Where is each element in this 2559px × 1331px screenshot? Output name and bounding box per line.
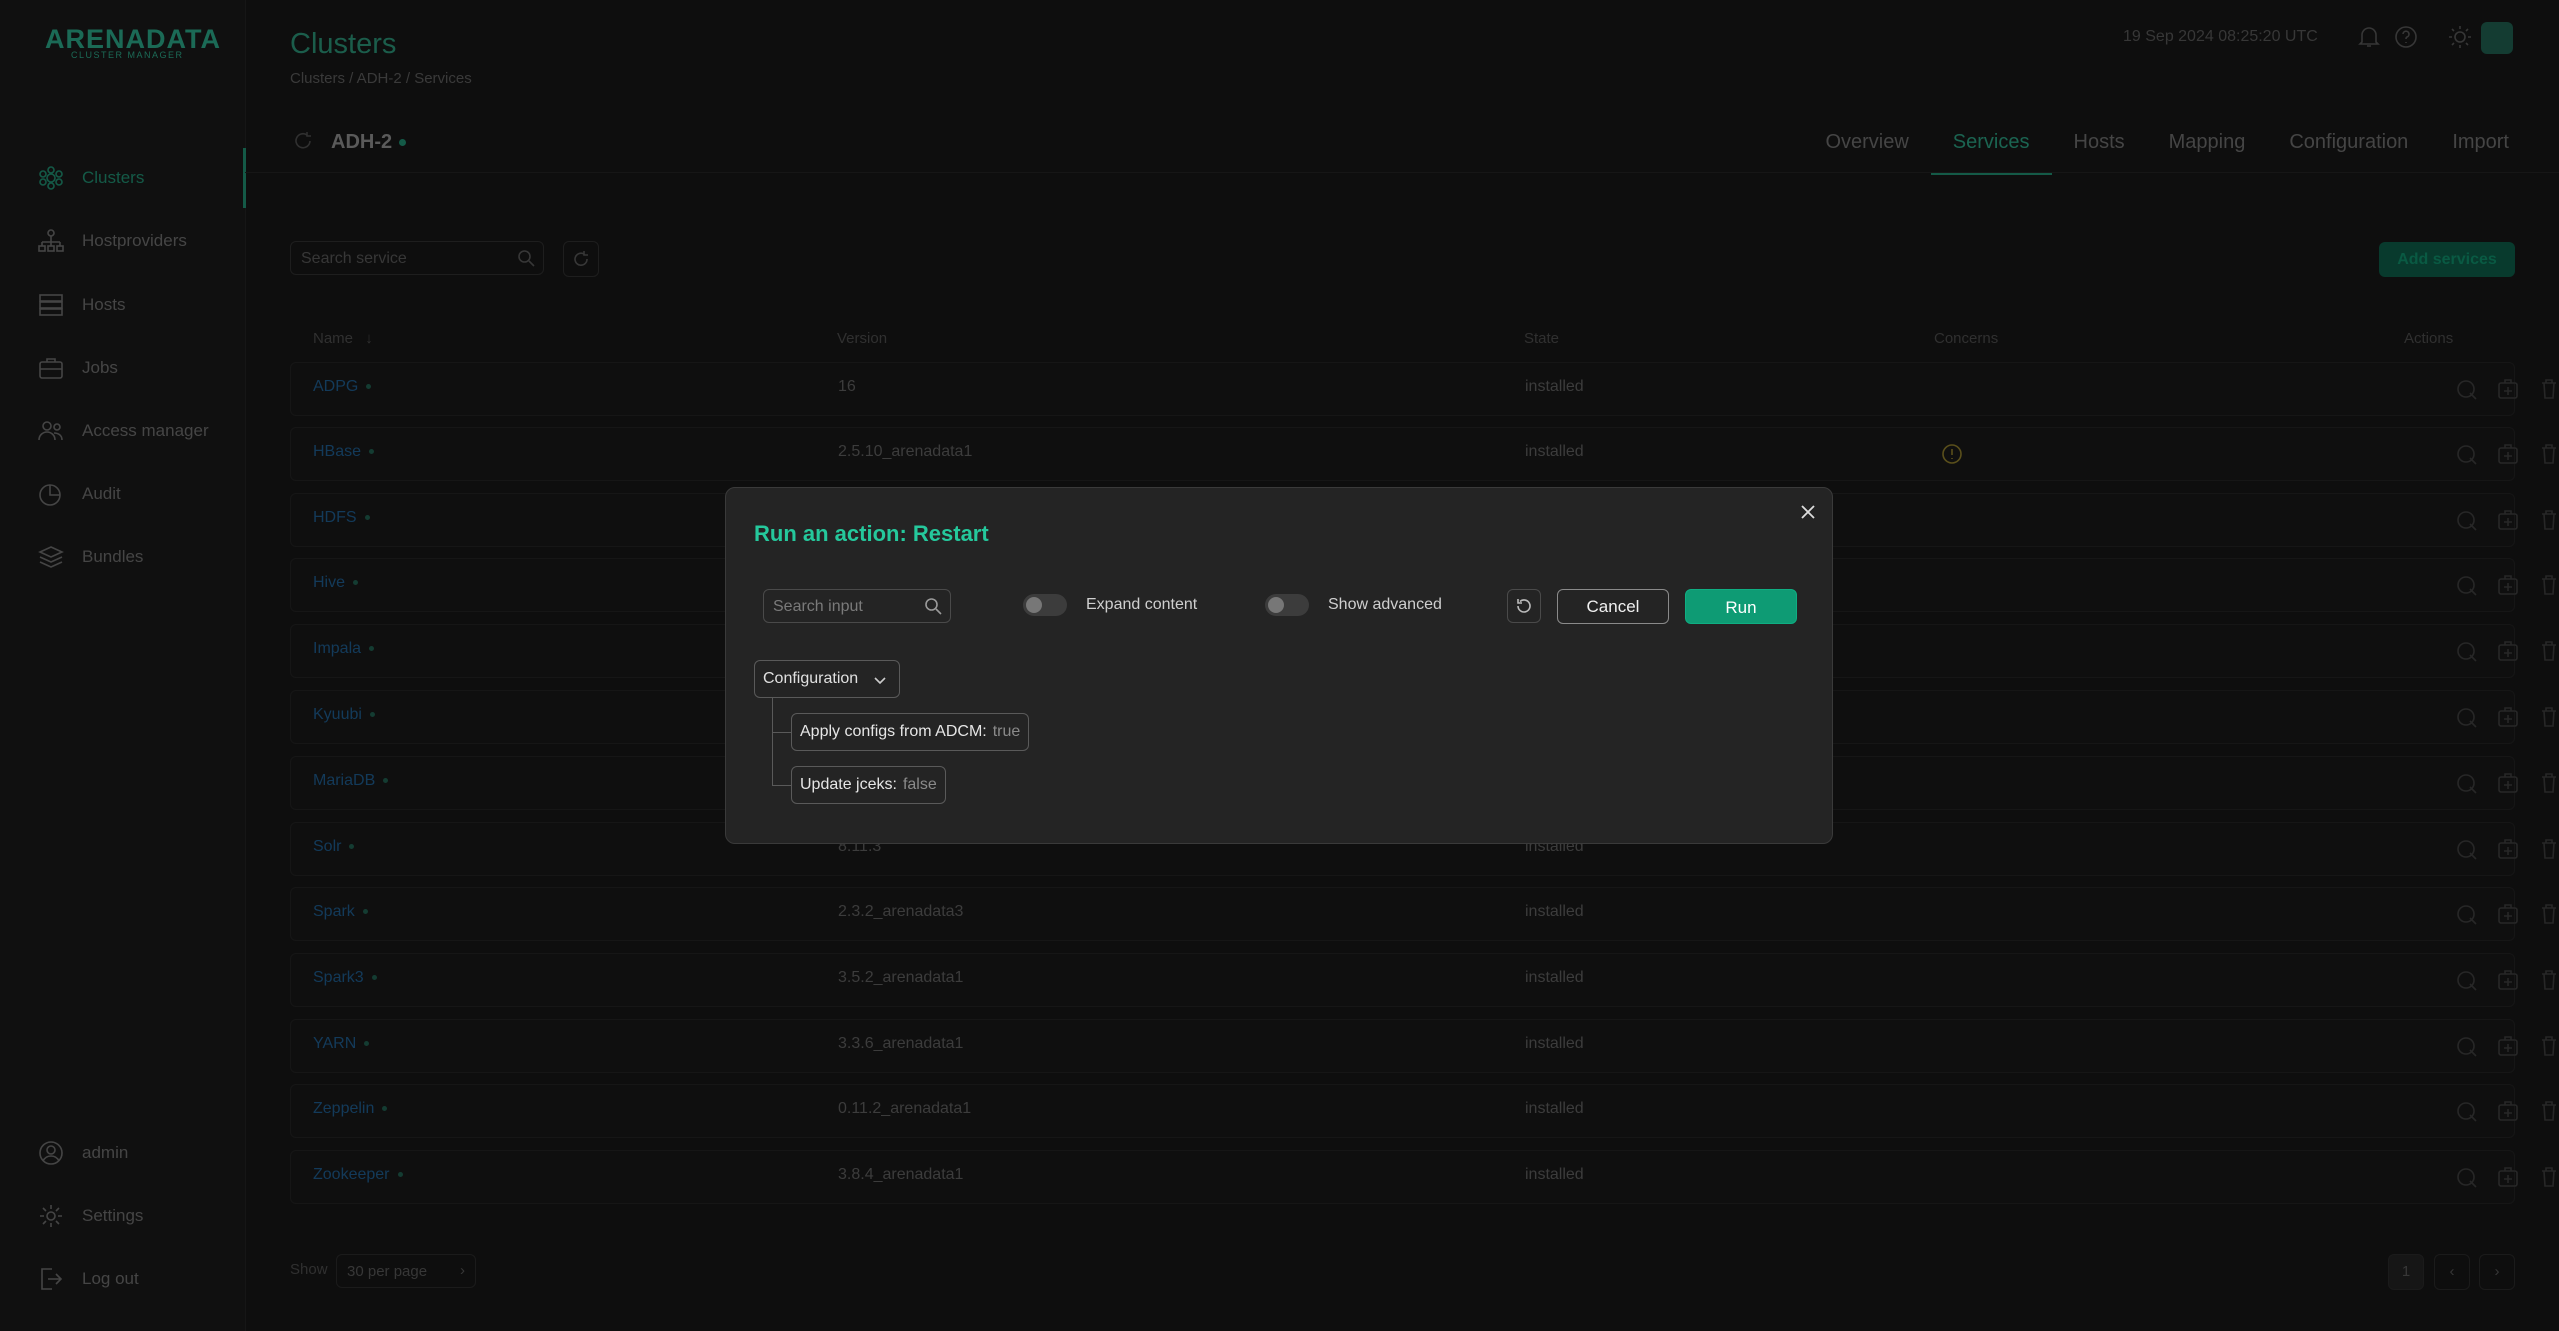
tree-connector: [772, 698, 773, 786]
expand-content-label: Expand content: [1086, 596, 1198, 613]
expand-content-toggle[interactable]: [1023, 594, 1067, 616]
configuration-label: Configuration: [763, 670, 859, 687]
app-root: ARENADATA CLUSTER MANAGER Clusters Hostp…: [0, 0, 2559, 1331]
show-advanced-toggle[interactable]: [1265, 594, 1309, 616]
reset-icon: [1517, 599, 1531, 613]
search-input-placeholder: Search input: [773, 598, 863, 615]
close-icon[interactable]: [1797, 501, 1819, 523]
param-value: true: [992, 723, 1021, 740]
reset-button[interactable]: [1507, 589, 1541, 623]
show-advanced-label: Show advanced: [1328, 596, 1442, 613]
tree-connector: [772, 785, 791, 786]
configuration-group-toggle[interactable]: Configuration: [754, 660, 900, 698]
param-apply-configs[interactable]: Apply configs from ADCM: true: [791, 713, 1030, 751]
param-value: false: [902, 776, 937, 793]
dialog-title: Run an action: Restart: [754, 521, 989, 546]
param-update-jceks[interactable]: Update jceks: false: [791, 766, 946, 804]
param-label: Update jceks:: [800, 776, 897, 793]
run-action-dialog: Run an action: Restart Search input Expa…: [725, 487, 1833, 844]
cancel-button[interactable]: Cancel: [1557, 589, 1669, 624]
tree-connector: [772, 732, 791, 733]
run-button[interactable]: Run: [1685, 589, 1797, 624]
search-icon: [924, 597, 942, 615]
chevron-down-icon: [873, 673, 887, 687]
param-label: Apply configs from ADCM:: [800, 723, 987, 740]
search-input[interactable]: Search input: [763, 589, 951, 623]
